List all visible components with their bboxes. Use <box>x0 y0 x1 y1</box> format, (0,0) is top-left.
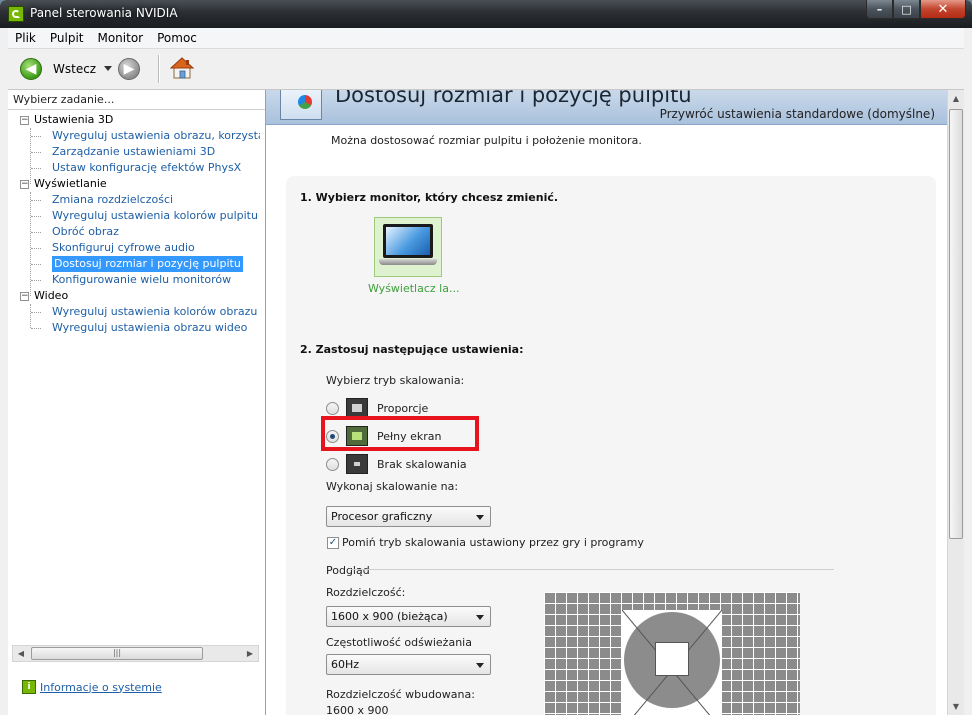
settings-panel: 1. Wybierz monitor, który chcesz zmienić… <box>286 176 936 715</box>
tree-item-video-image[interactable]: Wyreguluj ustawienia obrazu wideo <box>52 320 247 336</box>
forward-arrow-icon[interactable]: ▶ <box>118 58 140 80</box>
menu-bar: Plik Pulpit Monitor Pomoc <box>8 28 964 49</box>
native-resolution-value: 1600 x 900 <box>326 704 389 715</box>
nvidia-control-panel-window: Panel sterowania NVIDIA – □ ✕ Plik Pulpi… <box>0 0 972 715</box>
tree-guide <box>31 280 41 281</box>
menu-monitor[interactable]: Monitor <box>90 31 150 45</box>
home-icon[interactable] <box>170 56 194 80</box>
option-label-brak-skalowania[interactable]: Brak skalowania <box>377 458 467 471</box>
tree-guide <box>31 136 41 137</box>
laptop-base <box>379 259 437 265</box>
monitor-select-tile[interactable] <box>374 217 442 277</box>
collapse-3d-icon[interactable]: − <box>20 116 29 125</box>
no-scaling-icon <box>346 454 368 474</box>
task-pane-horizontal-scrollbar[interactable]: ◀ ||| ▶ <box>12 645 259 662</box>
maximize-button[interactable]: □ <box>893 0 920 19</box>
back-arrow-icon[interactable]: ◀ <box>20 58 42 80</box>
restore-defaults-link[interactable]: Przywróć ustawienia standardowe (domyśln… <box>660 107 935 121</box>
aspect-ratio-scaling-icon <box>346 398 368 418</box>
tree-guide <box>31 248 41 249</box>
main-content: Dostosuj rozmiar i pozycję pulpitu Przyw… <box>266 90 964 715</box>
perform-scaling-select[interactable]: Procesor graficzny <box>326 506 491 527</box>
back-history-dropdown-icon[interactable] <box>104 66 112 71</box>
scroll-left-icon[interactable]: ◀ <box>13 646 29 661</box>
page-description: Można dostosować rozmiar pulpitu i położ… <box>331 134 642 147</box>
toolbar-separator <box>158 55 160 83</box>
tree-item-digital-audio[interactable]: Skonfiguruj cyfrowe audio <box>52 240 195 256</box>
radio-brak-skalowania[interactable] <box>326 458 339 471</box>
scaling-mode-label: Wybierz tryb skalowania: <box>326 374 465 387</box>
main-vertical-scrollbar[interactable]: ▲ ▼ <box>947 90 964 715</box>
nvidia-app-icon <box>8 6 24 22</box>
option-label-proporcje[interactable]: Proporcje <box>377 402 428 415</box>
tree-item-physx[interactable]: Ustaw konfigurację efektów PhysX <box>52 160 241 176</box>
tree-guide <box>31 200 41 201</box>
tree-item-multi-monitor[interactable]: Konfigurowanie wielu monitorów <box>52 272 231 288</box>
tree-item-resolution[interactable]: Zmiana rozdzielczości <box>52 192 173 208</box>
step1-heading: 1. Wybierz monitor, który chcesz zmienić… <box>300 191 559 204</box>
resolution-select[interactable]: 1600 x 900 (bieżąca) <box>326 606 491 627</box>
tree-cat-video[interactable]: Wideo <box>34 288 68 304</box>
tree-guide <box>31 216 41 217</box>
preview-label: Podgląd <box>326 564 370 577</box>
tree-item-video-colors[interactable]: Wyreguluj ustawienia kolorów obrazu wide… <box>52 304 260 320</box>
override-scaling-checkbox[interactable]: ✓ <box>327 537 339 549</box>
vertical-scroll-thumb[interactable] <box>949 109 963 539</box>
tree-guide <box>31 168 41 169</box>
task-tree[interactable]: − Ustawienia 3D Wyreguluj ustawienia obr… <box>10 112 260 632</box>
override-scaling-label[interactable]: Pomiń tryb skalowania ustawiony przez gr… <box>342 536 644 549</box>
window-controls: – □ ✕ <box>866 0 966 20</box>
page-banner: Dostosuj rozmiar i pozycję pulpitu Przyw… <box>266 90 947 125</box>
toolbar: ◀ Wstecz ▶ <box>8 49 964 90</box>
minimize-button[interactable]: – <box>866 0 893 19</box>
menu-plik[interactable]: Plik <box>8 31 43 45</box>
page-title: Dostosuj rozmiar i pozycję pulpitu <box>335 90 692 107</box>
menu-pulpit[interactable]: Pulpit <box>43 31 91 45</box>
content-frame: Wybierz zadanie... − Ustawienia 3D Wyreg… <box>8 90 964 715</box>
monitor-label[interactable]: Wyświetlacz la... <box>368 282 459 295</box>
system-information-link[interactable]: Informacje o systemie <box>40 681 162 694</box>
collapse-video-icon[interactable]: − <box>20 292 29 301</box>
scroll-down-icon[interactable]: ▼ <box>948 698 964 715</box>
resolution-label: Rozdzielczość: <box>326 586 406 599</box>
horizontal-scroll-thumb[interactable]: ||| <box>31 647 203 660</box>
tree-guide <box>30 304 31 328</box>
native-resolution-label: Rozdzielczość wbudowana: <box>326 688 475 701</box>
collapse-display-icon[interactable]: − <box>20 180 29 189</box>
preview-divider <box>350 569 834 570</box>
tree-item-manage-3d[interactable]: Zarządzanie ustawieniami 3D <box>52 144 215 160</box>
step2-heading: 2. Zastosuj następujące ustawienia: <box>300 343 524 356</box>
tree-guide <box>31 312 41 313</box>
refresh-rate-select[interactable]: 60Hz <box>326 654 491 675</box>
tree-item-image-settings[interactable]: Wyreguluj ustawienia obrazu, korzystając… <box>52 128 260 144</box>
tree-guide <box>31 152 41 153</box>
tree-cat-display[interactable]: Wyświetlanie <box>34 176 107 192</box>
scaling-preview <box>544 592 800 715</box>
title-bar[interactable]: Panel sterowania NVIDIA – □ ✕ <box>0 0 972 28</box>
close-button[interactable]: ✕ <box>920 0 966 19</box>
preview-center-square <box>655 642 689 676</box>
scroll-up-icon[interactable]: ▲ <box>948 90 964 107</box>
radio-proporcje[interactable] <box>326 402 339 415</box>
task-pane-header: Wybierz zadanie... <box>8 90 265 110</box>
desktop-settings-icon <box>280 90 322 120</box>
tree-item-desktop-colors[interactable]: Wyreguluj ustawienia kolorów pulpitu <box>52 208 258 224</box>
red-highlight-box <box>321 416 479 451</box>
info-icon: i <box>22 680 36 694</box>
tree-guide <box>31 264 41 265</box>
perform-scaling-label: Wykonaj skalowanie na: <box>326 480 459 493</box>
task-pane: Wybierz zadanie... − Ustawienia 3D Wyreg… <box>8 90 266 715</box>
back-button-label[interactable]: Wstecz <box>53 62 96 76</box>
tree-item-desktop-size-position[interactable]: Dostosuj rozmiar i pozycję pulpitu <box>52 256 243 272</box>
refresh-rate-label: Częstotliwość odświeżania <box>326 636 472 649</box>
system-information[interactable]: i Informacje o systemie <box>22 679 162 695</box>
window-title: Panel sterowania NVIDIA <box>30 6 178 20</box>
laptop-monitor-icon <box>383 224 433 258</box>
tree-guide <box>31 328 41 329</box>
tree-cat-3d[interactable]: Ustawienia 3D <box>34 112 113 128</box>
tree-item-rotate[interactable]: Obróć obraz <box>52 224 119 240</box>
tree-guide <box>31 232 41 233</box>
menu-pomoc[interactable]: Pomoc <box>150 31 204 45</box>
scroll-right-icon[interactable]: ▶ <box>242 646 258 661</box>
